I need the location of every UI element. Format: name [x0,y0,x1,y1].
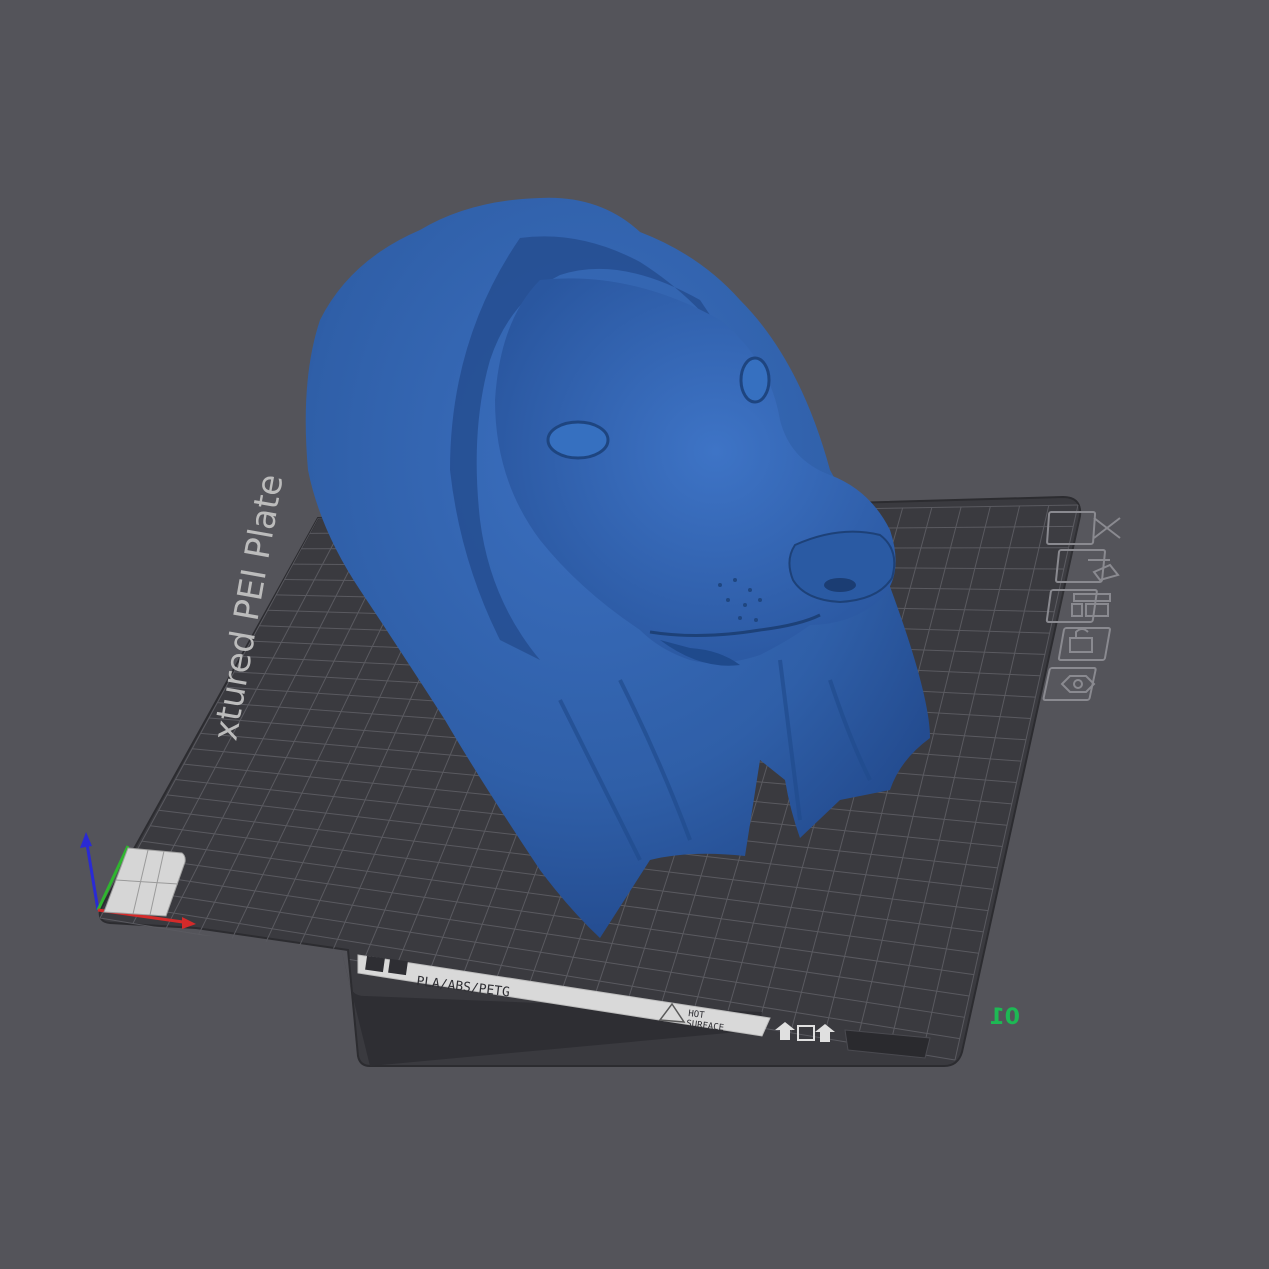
arrange-icon[interactable] [1045,589,1111,623]
model-nostril [824,578,856,592]
3d-viewport[interactable] [0,0,1269,1269]
model-eye-left [546,420,610,460]
lock-icon[interactable] [1057,627,1111,661]
auto-orient-icon[interactable] [1055,549,1120,583]
plate-toolbar [1042,511,1121,701]
z-axis [84,837,100,911]
model-eye-right [739,356,771,404]
plate-settings-icon[interactable] [1042,667,1097,701]
close-icon[interactable] [1046,511,1121,545]
